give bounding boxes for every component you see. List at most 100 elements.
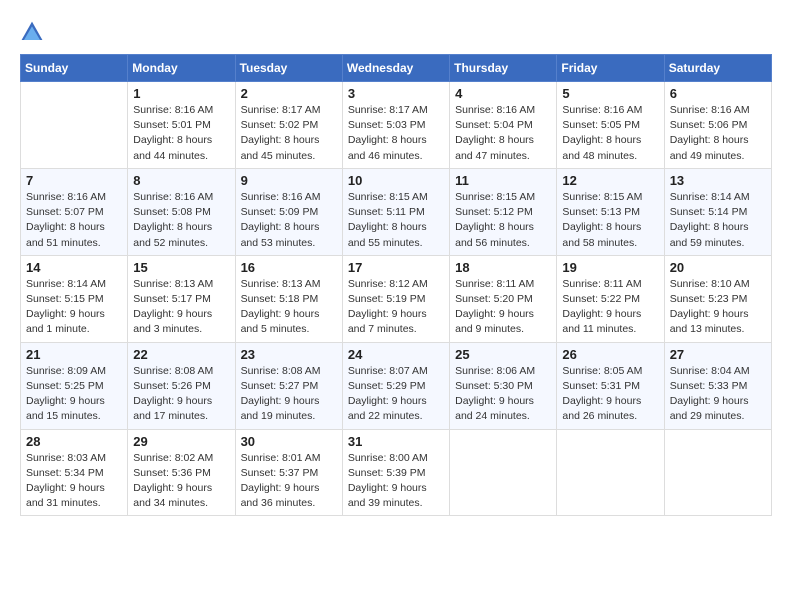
day-number: 9: [241, 173, 337, 188]
day-number: 11: [455, 173, 551, 188]
day-info: Sunrise: 8:00 AMSunset: 5:39 PMDaylight:…: [348, 451, 444, 512]
calendar-cell: 24 Sunrise: 8:07 AMSunset: 5:29 PMDaylig…: [342, 342, 449, 429]
calendar-week-1: 1 Sunrise: 8:16 AMSunset: 5:01 PMDayligh…: [21, 82, 772, 169]
day-number: 10: [348, 173, 444, 188]
day-header-sunday: Sunday: [21, 55, 128, 82]
calendar-week-2: 7 Sunrise: 8:16 AMSunset: 5:07 PMDayligh…: [21, 168, 772, 255]
calendar-cell: 31 Sunrise: 8:00 AMSunset: 5:39 PMDaylig…: [342, 429, 449, 516]
day-number: 17: [348, 260, 444, 275]
day-number: 25: [455, 347, 551, 362]
day-info: Sunrise: 8:05 AMSunset: 5:31 PMDaylight:…: [562, 364, 658, 425]
day-info: Sunrise: 8:16 AMSunset: 5:05 PMDaylight:…: [562, 103, 658, 164]
calendar-cell: 22 Sunrise: 8:08 AMSunset: 5:26 PMDaylig…: [128, 342, 235, 429]
day-number: 19: [562, 260, 658, 275]
day-header-tuesday: Tuesday: [235, 55, 342, 82]
calendar-cell: 30 Sunrise: 8:01 AMSunset: 5:37 PMDaylig…: [235, 429, 342, 516]
day-info: Sunrise: 8:16 AMSunset: 5:08 PMDaylight:…: [133, 190, 229, 251]
calendar-cell: [557, 429, 664, 516]
day-number: 23: [241, 347, 337, 362]
day-info: Sunrise: 8:15 AMSunset: 5:13 PMDaylight:…: [562, 190, 658, 251]
day-number: 14: [26, 260, 122, 275]
day-number: 2: [241, 86, 337, 101]
day-info: Sunrise: 8:07 AMSunset: 5:29 PMDaylight:…: [348, 364, 444, 425]
day-number: 28: [26, 434, 122, 449]
day-info: Sunrise: 8:03 AMSunset: 5:34 PMDaylight:…: [26, 451, 122, 512]
calendar-cell: [450, 429, 557, 516]
calendar-cell: 17 Sunrise: 8:12 AMSunset: 5:19 PMDaylig…: [342, 255, 449, 342]
day-number: 1: [133, 86, 229, 101]
calendar-cell: 2 Sunrise: 8:17 AMSunset: 5:02 PMDayligh…: [235, 82, 342, 169]
calendar-cell: 7 Sunrise: 8:16 AMSunset: 5:07 PMDayligh…: [21, 168, 128, 255]
day-info: Sunrise: 8:16 AMSunset: 5:06 PMDaylight:…: [670, 103, 766, 164]
day-number: 13: [670, 173, 766, 188]
day-number: 27: [670, 347, 766, 362]
day-header-saturday: Saturday: [664, 55, 771, 82]
day-number: 20: [670, 260, 766, 275]
day-info: Sunrise: 8:08 AMSunset: 5:27 PMDaylight:…: [241, 364, 337, 425]
calendar-cell: [21, 82, 128, 169]
page-header: [20, 20, 772, 44]
calendar-cell: 13 Sunrise: 8:14 AMSunset: 5:14 PMDaylig…: [664, 168, 771, 255]
day-number: 4: [455, 86, 551, 101]
day-header-monday: Monday: [128, 55, 235, 82]
calendar-cell: 25 Sunrise: 8:06 AMSunset: 5:30 PMDaylig…: [450, 342, 557, 429]
calendar-cell: 6 Sunrise: 8:16 AMSunset: 5:06 PMDayligh…: [664, 82, 771, 169]
day-info: Sunrise: 8:16 AMSunset: 5:04 PMDaylight:…: [455, 103, 551, 164]
day-info: Sunrise: 8:16 AMSunset: 5:07 PMDaylight:…: [26, 190, 122, 251]
day-info: Sunrise: 8:08 AMSunset: 5:26 PMDaylight:…: [133, 364, 229, 425]
calendar-cell: 29 Sunrise: 8:02 AMSunset: 5:36 PMDaylig…: [128, 429, 235, 516]
day-info: Sunrise: 8:12 AMSunset: 5:19 PMDaylight:…: [348, 277, 444, 338]
day-info: Sunrise: 8:15 AMSunset: 5:12 PMDaylight:…: [455, 190, 551, 251]
calendar-cell: 3 Sunrise: 8:17 AMSunset: 5:03 PMDayligh…: [342, 82, 449, 169]
calendar-cell: 12 Sunrise: 8:15 AMSunset: 5:13 PMDaylig…: [557, 168, 664, 255]
calendar-header-row: SundayMondayTuesdayWednesdayThursdayFrid…: [21, 55, 772, 82]
calendar-cell: 5 Sunrise: 8:16 AMSunset: 5:05 PMDayligh…: [557, 82, 664, 169]
day-number: 31: [348, 434, 444, 449]
calendar-cell: 27 Sunrise: 8:04 AMSunset: 5:33 PMDaylig…: [664, 342, 771, 429]
day-info: Sunrise: 8:13 AMSunset: 5:18 PMDaylight:…: [241, 277, 337, 338]
calendar-cell: 14 Sunrise: 8:14 AMSunset: 5:15 PMDaylig…: [21, 255, 128, 342]
calendar-cell: 26 Sunrise: 8:05 AMSunset: 5:31 PMDaylig…: [557, 342, 664, 429]
calendar-cell: 10 Sunrise: 8:15 AMSunset: 5:11 PMDaylig…: [342, 168, 449, 255]
calendar-cell: 23 Sunrise: 8:08 AMSunset: 5:27 PMDaylig…: [235, 342, 342, 429]
calendar-cell: 19 Sunrise: 8:11 AMSunset: 5:22 PMDaylig…: [557, 255, 664, 342]
day-info: Sunrise: 8:15 AMSunset: 5:11 PMDaylight:…: [348, 190, 444, 251]
day-number: 18: [455, 260, 551, 275]
calendar-table: SundayMondayTuesdayWednesdayThursdayFrid…: [20, 54, 772, 516]
calendar-cell: 8 Sunrise: 8:16 AMSunset: 5:08 PMDayligh…: [128, 168, 235, 255]
day-number: 8: [133, 173, 229, 188]
day-number: 29: [133, 434, 229, 449]
day-info: Sunrise: 8:17 AMSunset: 5:02 PMDaylight:…: [241, 103, 337, 164]
calendar-cell: 15 Sunrise: 8:13 AMSunset: 5:17 PMDaylig…: [128, 255, 235, 342]
day-number: 5: [562, 86, 658, 101]
day-info: Sunrise: 8:11 AMSunset: 5:20 PMDaylight:…: [455, 277, 551, 338]
calendar-cell: 16 Sunrise: 8:13 AMSunset: 5:18 PMDaylig…: [235, 255, 342, 342]
day-number: 26: [562, 347, 658, 362]
logo-icon: [20, 20, 44, 44]
day-number: 6: [670, 86, 766, 101]
day-number: 3: [348, 86, 444, 101]
day-info: Sunrise: 8:04 AMSunset: 5:33 PMDaylight:…: [670, 364, 766, 425]
day-header-wednesday: Wednesday: [342, 55, 449, 82]
calendar-cell: 20 Sunrise: 8:10 AMSunset: 5:23 PMDaylig…: [664, 255, 771, 342]
day-info: Sunrise: 8:11 AMSunset: 5:22 PMDaylight:…: [562, 277, 658, 338]
day-number: 21: [26, 347, 122, 362]
day-number: 7: [26, 173, 122, 188]
day-info: Sunrise: 8:10 AMSunset: 5:23 PMDaylight:…: [670, 277, 766, 338]
day-info: Sunrise: 8:06 AMSunset: 5:30 PMDaylight:…: [455, 364, 551, 425]
day-info: Sunrise: 8:16 AMSunset: 5:09 PMDaylight:…: [241, 190, 337, 251]
calendar-cell: 1 Sunrise: 8:16 AMSunset: 5:01 PMDayligh…: [128, 82, 235, 169]
day-header-friday: Friday: [557, 55, 664, 82]
day-info: Sunrise: 8:01 AMSunset: 5:37 PMDaylight:…: [241, 451, 337, 512]
calendar-cell: [664, 429, 771, 516]
day-info: Sunrise: 8:09 AMSunset: 5:25 PMDaylight:…: [26, 364, 122, 425]
day-info: Sunrise: 8:16 AMSunset: 5:01 PMDaylight:…: [133, 103, 229, 164]
calendar-cell: 18 Sunrise: 8:11 AMSunset: 5:20 PMDaylig…: [450, 255, 557, 342]
calendar-cell: 21 Sunrise: 8:09 AMSunset: 5:25 PMDaylig…: [21, 342, 128, 429]
calendar-week-4: 21 Sunrise: 8:09 AMSunset: 5:25 PMDaylig…: [21, 342, 772, 429]
day-number: 22: [133, 347, 229, 362]
calendar-cell: 11 Sunrise: 8:15 AMSunset: 5:12 PMDaylig…: [450, 168, 557, 255]
day-info: Sunrise: 8:13 AMSunset: 5:17 PMDaylight:…: [133, 277, 229, 338]
day-number: 15: [133, 260, 229, 275]
day-number: 12: [562, 173, 658, 188]
